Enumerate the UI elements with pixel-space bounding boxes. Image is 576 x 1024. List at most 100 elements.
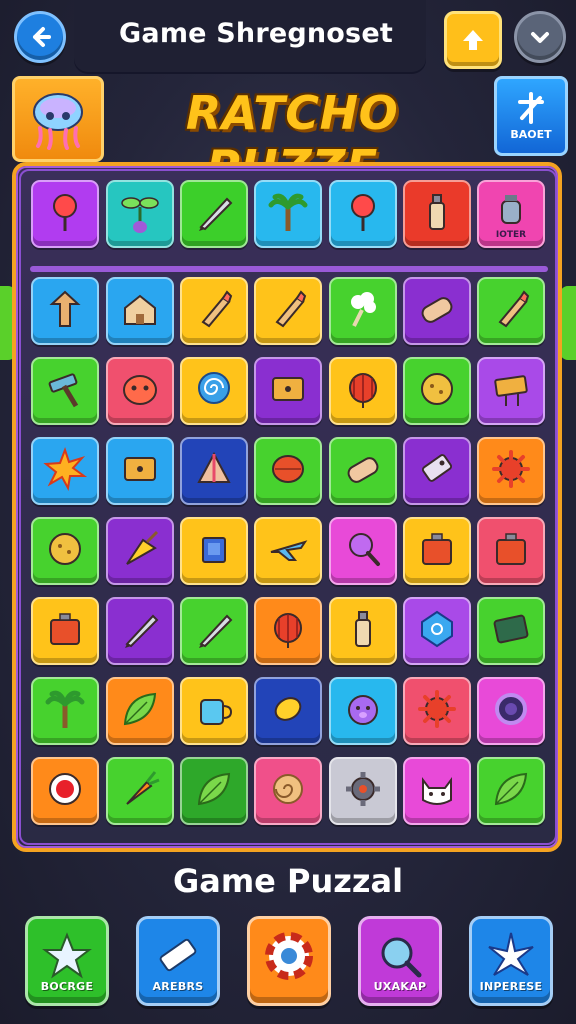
badge-label: BAOET: [510, 127, 552, 141]
lollipop-icon: [340, 189, 386, 239]
game-tile[interactable]: [403, 357, 471, 425]
star-burst-icon: [518, 91, 544, 124]
game-tile[interactable]: [106, 180, 174, 248]
game-tile[interactable]: [254, 437, 322, 505]
game-tile[interactable]: [106, 277, 174, 345]
game-tile[interactable]: [180, 357, 248, 425]
game-tile[interactable]: [180, 757, 248, 825]
game-tile[interactable]: [477, 597, 545, 665]
game-tile[interactable]: [329, 677, 397, 745]
cookie-icon: [414, 366, 460, 416]
toolbar-button[interactable]: INPERESE: [469, 916, 553, 1006]
game-tile[interactable]: [477, 677, 545, 745]
house-icon: [117, 286, 163, 336]
arrow-left-icon: [33, 27, 51, 47]
game-tile[interactable]: [254, 357, 322, 425]
toolbar-button-label: UXAKAP: [373, 980, 427, 993]
game-tile[interactable]: [254, 677, 322, 745]
game-tile[interactable]: [31, 357, 99, 425]
game-tile[interactable]: [254, 517, 322, 585]
game-tile[interactable]: [403, 180, 471, 248]
eraser-icon: [151, 929, 205, 987]
game-tile[interactable]: [254, 180, 322, 248]
toolbar-button[interactable]: AREBRS: [136, 916, 220, 1006]
back-button[interactable]: [14, 11, 66, 63]
acorn-icon: [42, 526, 88, 576]
game-tile[interactable]: [477, 437, 545, 505]
toolbar-button[interactable]: BOCRGE: [25, 916, 109, 1006]
lock-box-icon: [488, 526, 534, 576]
game-tile[interactable]: [477, 517, 545, 585]
toolbar-button[interactable]: [247, 916, 331, 1006]
dropdown-button[interactable]: [514, 11, 566, 63]
game-tile[interactable]: [329, 597, 397, 665]
game-tile[interactable]: [180, 597, 248, 665]
cotton-icon: [340, 286, 386, 336]
game-tile[interactable]: [31, 677, 99, 745]
game-tile[interactable]: [31, 437, 99, 505]
game-tile[interactable]: [403, 677, 471, 745]
game-tile[interactable]: [254, 277, 322, 345]
up-button[interactable]: [444, 11, 502, 69]
brush-icon: [191, 286, 237, 336]
game-tile[interactable]: [403, 757, 471, 825]
game-tile[interactable]: [180, 180, 248, 248]
blob-face-icon: [117, 366, 163, 416]
game-tile[interactable]: [31, 597, 99, 665]
game-tile[interactable]: [477, 757, 545, 825]
cat-face-icon: [414, 766, 460, 816]
game-tile[interactable]: [31, 180, 99, 248]
game-tile[interactable]: [329, 437, 397, 505]
game-tile[interactable]: [180, 517, 248, 585]
carrot-icon: [117, 766, 163, 816]
game-tile[interactable]: IOTER: [477, 180, 545, 248]
game-tile[interactable]: [329, 357, 397, 425]
game-tile[interactable]: [329, 180, 397, 248]
syringe-icon: [488, 286, 534, 336]
lollipop-icon: [42, 189, 88, 239]
game-tile[interactable]: [106, 597, 174, 665]
magnifier-icon: [373, 929, 427, 987]
game-tile[interactable]: [31, 757, 99, 825]
game-tile[interactable]: [329, 517, 397, 585]
game-tile[interactable]: [106, 517, 174, 585]
game-tile[interactable]: [254, 597, 322, 665]
ring-icon: [488, 686, 534, 736]
game-tile[interactable]: [477, 277, 545, 345]
game-tile[interactable]: [31, 277, 99, 345]
game-logo: [12, 76, 104, 162]
game-tile[interactable]: [403, 277, 471, 345]
toolbar-button[interactable]: UXAKAP: [358, 916, 442, 1006]
toolbar-button-label: BOCRGE: [40, 980, 94, 993]
tent-icon: [191, 446, 237, 496]
leaf-icon: [191, 766, 237, 816]
badge-button[interactable]: BAOET: [494, 76, 568, 156]
game-tile[interactable]: [106, 677, 174, 745]
game-tile[interactable]: [180, 437, 248, 505]
game-tile[interactable]: [106, 757, 174, 825]
lemon-icon: [265, 686, 311, 736]
game-tile[interactable]: [403, 437, 471, 505]
briefcase-icon: [42, 606, 88, 656]
bottle-icon: [414, 189, 460, 239]
feather-icon: [488, 766, 534, 816]
card-icon: [488, 606, 534, 656]
game-tile[interactable]: [31, 517, 99, 585]
game-tile[interactable]: [180, 277, 248, 345]
lantern-icon: [265, 606, 311, 656]
game-tile[interactable]: [329, 277, 397, 345]
game-tile[interactable]: [329, 757, 397, 825]
sign-icon: [488, 366, 534, 416]
game-tile[interactable]: [477, 357, 545, 425]
game-tile[interactable]: [403, 517, 471, 585]
footer-title: Game Puzzal: [172, 862, 404, 900]
game-tile[interactable]: [106, 357, 174, 425]
game-tile[interactable]: [254, 757, 322, 825]
game-tile[interactable]: [180, 677, 248, 745]
brush-icon: [265, 286, 311, 336]
game-tile[interactable]: [403, 597, 471, 665]
arrow-up-icon: [463, 30, 483, 50]
gear-icon: [340, 766, 386, 816]
game-tile[interactable]: [106, 437, 174, 505]
screen-icon: [117, 446, 163, 496]
